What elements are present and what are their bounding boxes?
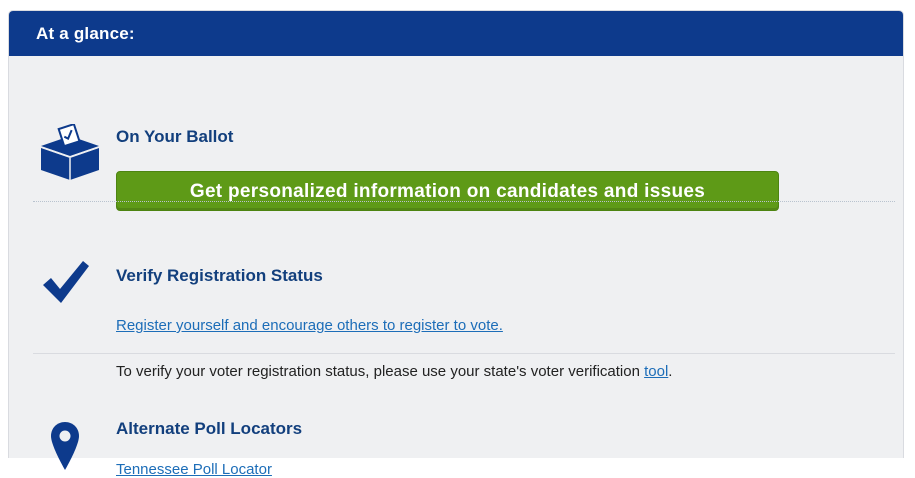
ballot-box-icon bbox=[39, 122, 101, 185]
register-to-vote-link[interactable]: Register yourself and encourage others t… bbox=[116, 317, 503, 334]
map-pin-icon bbox=[51, 422, 79, 475]
at-a-glance-panel: At a glance: On Your Ballot Get personal bbox=[8, 10, 904, 478]
divider bbox=[33, 201, 895, 202]
checkmark-icon bbox=[43, 259, 89, 308]
registration-title: Verify Registration Status bbox=[116, 266, 323, 285]
tennessee-poll-locator-link[interactable]: Tennessee Poll Locator bbox=[116, 461, 272, 478]
ballot-title: On Your Ballot bbox=[116, 127, 234, 146]
panel-header: At a glance: bbox=[9, 11, 903, 56]
verify-text: To verify your voter registration status… bbox=[116, 363, 645, 380]
verify-instructions: To verify your voter registration status… bbox=[116, 363, 672, 380]
personalized-info-button[interactable]: Get personalized information on candidat… bbox=[116, 171, 779, 211]
poll-title: Alternate Poll Locators bbox=[116, 419, 303, 438]
divider bbox=[33, 353, 895, 354]
verify-text-end: . bbox=[668, 363, 673, 380]
verification-tool-link[interactable]: tool bbox=[644, 363, 668, 380]
